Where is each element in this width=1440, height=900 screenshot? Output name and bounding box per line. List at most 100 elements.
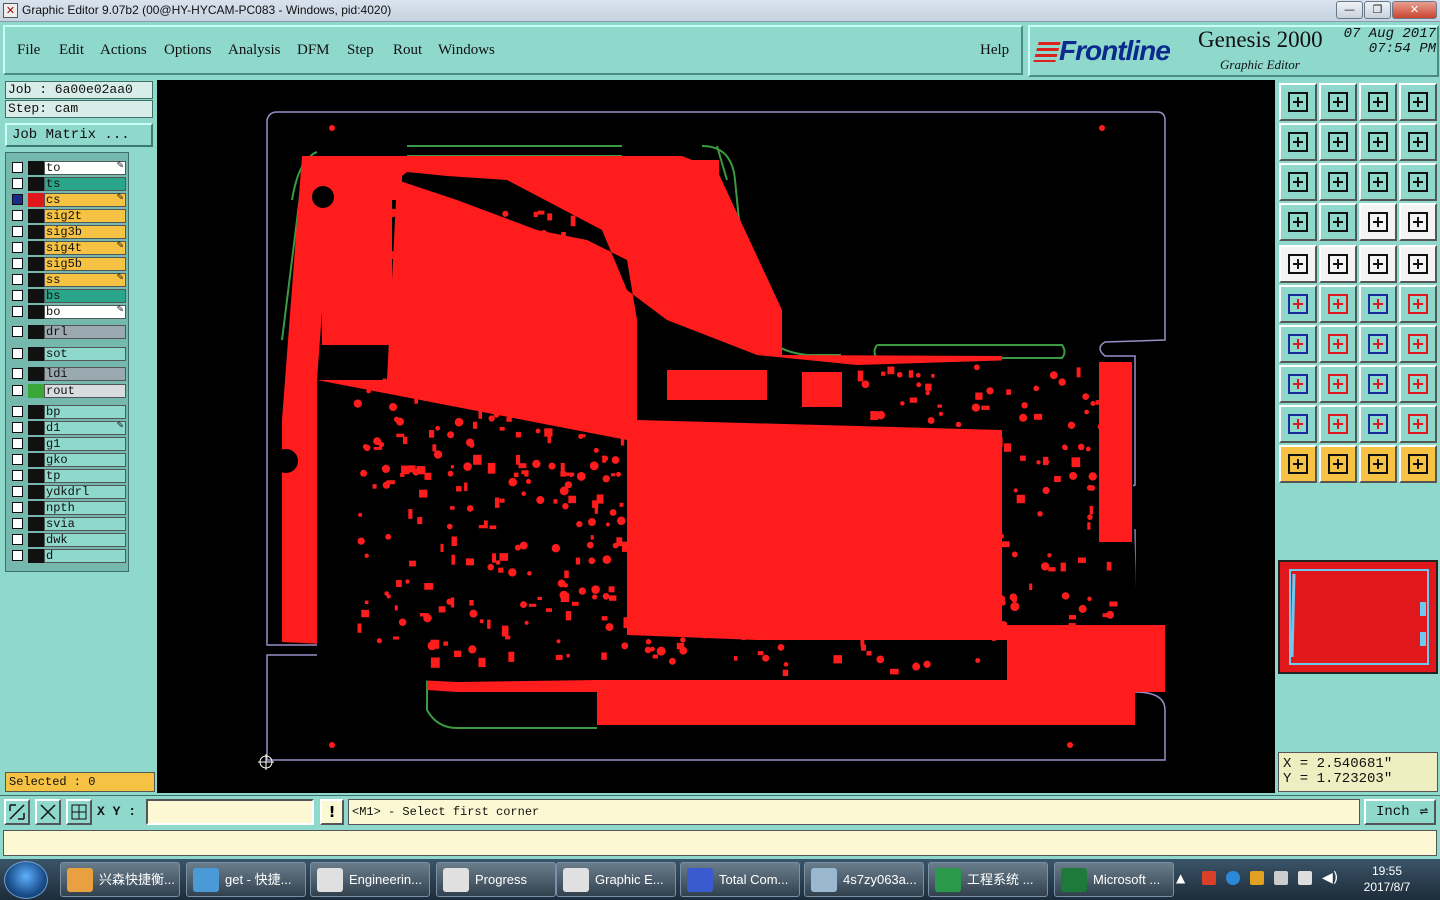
menu-file[interactable]: File [17, 42, 40, 59]
layer-name[interactable]: gko [44, 453, 126, 467]
layer-name[interactable]: bp [44, 405, 126, 419]
layer-checkbox[interactable] [12, 226, 23, 237]
layer-checkbox[interactable] [12, 210, 23, 221]
one-to-one-button[interactable] [1359, 163, 1397, 201]
menu-analysis[interactable]: Analysis [228, 42, 281, 59]
layer-name[interactable]: svia [44, 517, 126, 531]
line-edit-button[interactable] [1319, 365, 1357, 403]
tray-icon[interactable] [1226, 871, 1240, 885]
layer-color-swatch[interactable] [28, 384, 44, 398]
layer-row-bs[interactable]: bs [10, 289, 126, 303]
menu-rout[interactable]: Rout [393, 42, 422, 59]
pointer-button[interactable] [1279, 445, 1317, 483]
layer-row-sig3b[interactable]: sig3b [10, 225, 126, 239]
polygon-button[interactable] [1319, 245, 1357, 283]
layer-checkbox[interactable] [12, 290, 23, 301]
layer-color-swatch[interactable] [28, 305, 44, 319]
layer-checkbox[interactable] [12, 178, 23, 189]
xy-input[interactable] [146, 799, 314, 825]
menu-edit[interactable]: Edit [59, 42, 84, 59]
layer-name[interactable]: d1 [44, 421, 126, 435]
maximize-button[interactable]: ❐ [1364, 1, 1391, 19]
taskbar-item[interactable]: 工程系统 ... [928, 862, 1048, 897]
layer-name[interactable]: bs [44, 289, 126, 303]
group-button[interactable] [1399, 365, 1437, 403]
layer-name[interactable]: to [44, 161, 126, 175]
layer-checkbox[interactable] [12, 406, 23, 417]
layer-color-swatch[interactable] [28, 325, 44, 339]
tray-icon[interactable] [1250, 871, 1264, 885]
layer-name[interactable]: drl [44, 325, 126, 339]
layer-name[interactable]: rout [44, 384, 126, 398]
resize-button[interactable] [1359, 365, 1397, 403]
layer-color-swatch[interactable] [28, 421, 44, 435]
layer-name[interactable]: d [44, 549, 126, 563]
layer-name[interactable]: ss [44, 273, 126, 287]
save-button[interactable] [1319, 83, 1357, 121]
taskbar-item[interactable]: get - 快捷... [186, 862, 306, 897]
layer-row-ss[interactable]: ss ✎ [10, 273, 126, 287]
zoom-in-button[interactable] [1319, 163, 1357, 201]
layer-row-ts[interactable]: ts [10, 177, 126, 191]
layer-color-swatch[interactable] [28, 257, 44, 271]
layout-button[interactable] [1399, 83, 1437, 121]
warning-button[interactable]: ! [320, 799, 344, 825]
redo-button[interactable] [1399, 123, 1437, 161]
layer-color-swatch[interactable] [28, 161, 44, 175]
layer-color-swatch[interactable] [28, 177, 44, 191]
layer-name[interactable]: sig4t [44, 241, 126, 255]
layer-color-swatch[interactable] [28, 517, 44, 531]
layer-name[interactable]: ts [44, 177, 126, 191]
system-tray[interactable]: ◀) [1200, 869, 1340, 889]
layer-checkbox[interactable] [12, 385, 23, 396]
layer-checkbox[interactable] [12, 470, 23, 481]
layer-color-swatch[interactable] [28, 437, 44, 451]
layer-row-sot[interactable]: sot [10, 347, 126, 361]
layer-row-gko[interactable]: gko [10, 453, 126, 467]
layer-color-swatch[interactable] [28, 241, 44, 255]
grid-button[interactable] [66, 799, 92, 825]
layer-checkbox[interactable] [12, 306, 23, 317]
copy-button[interactable] [1279, 365, 1317, 403]
layer-color-swatch[interactable] [28, 469, 44, 483]
layer-checkbox[interactable] [12, 438, 23, 449]
arc-button[interactable] [1399, 285, 1437, 323]
layer-checkbox[interactable] [12, 326, 23, 337]
layer-row-bp[interactable]: bp [10, 405, 126, 419]
layer-checkbox[interactable] [12, 274, 23, 285]
measure-button[interactable] [1279, 203, 1317, 241]
layer-checkbox[interactable] [12, 502, 23, 513]
route-button[interactable] [1399, 445, 1437, 483]
taskbar-item[interactable]: Graphic E... [556, 862, 676, 897]
layer-color-swatch[interactable] [28, 405, 44, 419]
layer-row-ydkdrl[interactable]: ydkdrl [10, 485, 126, 499]
graphic-canvas[interactable] [157, 80, 1275, 793]
angle-button[interactable] [1279, 325, 1317, 363]
arrow-up-alt-button[interactable] [1359, 405, 1397, 443]
menu-dfm[interactable]: DFM [297, 42, 330, 59]
menu-windows[interactable]: Windows [438, 42, 495, 59]
dot-button[interactable] [1399, 245, 1437, 283]
layer-color-swatch[interactable] [28, 289, 44, 303]
layer-row-cs[interactable]: cs ✎ [10, 193, 126, 207]
menu-help[interactable]: Help [980, 42, 1009, 59]
layer-row-d[interactable]: d [10, 549, 126, 563]
close-button[interactable]: ✕ [1392, 1, 1437, 19]
layer-checkbox[interactable] [12, 162, 23, 173]
board-minimap[interactable] [1278, 560, 1438, 674]
layer-color-swatch[interactable] [28, 549, 44, 563]
layer-checkbox[interactable] [12, 258, 23, 269]
layer-row-sig5b[interactable]: sig5b [10, 257, 126, 271]
triangle-button[interactable] [1279, 405, 1317, 443]
layer-row-npth[interactable]: npth [10, 501, 126, 515]
layer-row-bo[interactable]: bo ✎ [10, 305, 126, 319]
open-job-button[interactable] [1279, 83, 1317, 121]
layer-color-swatch[interactable] [28, 533, 44, 547]
taskbar-item[interactable]: Engineerin... [310, 862, 430, 897]
help-button[interactable] [1399, 163, 1437, 201]
layer-checkbox[interactable] [12, 242, 23, 253]
mirror-button[interactable] [1399, 325, 1437, 363]
volume-icon[interactable]: ◀) [1322, 870, 1338, 886]
slash-button[interactable] [1319, 325, 1357, 363]
minimize-button[interactable]: — [1336, 1, 1363, 19]
